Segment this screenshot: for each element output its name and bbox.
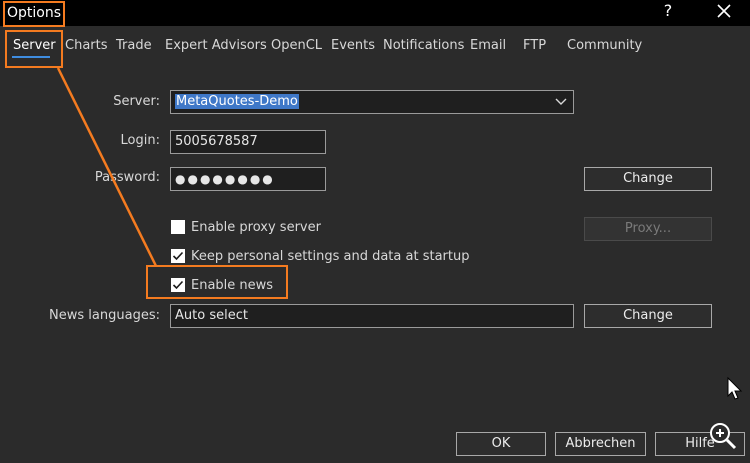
news-languages-field[interactable]: Auto select — [170, 304, 574, 328]
password-field[interactable]: ●●●●●●●● — [170, 167, 326, 191]
tab-trade[interactable]: Trade — [116, 36, 152, 58]
tab-ftp[interactable]: FTP — [523, 36, 546, 58]
checkmark-icon — [172, 251, 184, 261]
mouse-cursor-icon — [727, 376, 743, 400]
server-select[interactable]: MetaQuotes-Demo — [170, 90, 574, 114]
enable-proxy-option[interactable]: Enable proxy server — [171, 218, 371, 238]
enable-news-highlight — [146, 265, 288, 299]
login-field[interactable]: 5005678587 — [170, 130, 326, 154]
tab-community[interactable]: Community — [567, 36, 642, 58]
news-languages-label: News languages: — [49, 308, 160, 323]
tab-opencl[interactable]: OpenCL — [271, 36, 322, 58]
enable-proxy-label: Enable proxy server — [191, 220, 321, 235]
cancel-button[interactable]: Abbrechen — [555, 432, 646, 456]
enable-proxy-checkbox[interactable] — [171, 220, 185, 234]
title-bar: Options ? — [0, 0, 750, 27]
proxy-button[interactable]: Proxy... — [584, 217, 712, 241]
change-password-button[interactable]: Change — [584, 167, 712, 191]
tab-charts[interactable]: Charts — [65, 36, 108, 58]
help-button[interactable]: Hilfe — [655, 432, 745, 456]
chevron-down-icon[interactable] — [555, 97, 567, 107]
server-tab-highlight — [5, 30, 63, 68]
tab-bar: Server Charts Trade Expert Advisors Open… — [0, 32, 750, 62]
window-title: Options — [3, 1, 66, 27]
change-languages-button[interactable]: Change — [584, 304, 712, 328]
server-value: MetaQuotes-Demo — [175, 94, 299, 109]
password-label: Password: — [94, 170, 160, 185]
help-icon[interactable]: ? — [660, 0, 676, 24]
tab-expert-advisors[interactable]: Expert Advisors — [165, 36, 267, 58]
tab-notifications[interactable]: Notifications — [383, 36, 464, 58]
keep-settings-checkbox[interactable] — [171, 249, 185, 263]
login-label: Login: — [120, 133, 160, 148]
keep-settings-option[interactable]: Keep personal settings and data at start… — [171, 247, 471, 267]
tab-events[interactable]: Events — [331, 36, 375, 58]
server-label: Server: — [113, 94, 160, 109]
ok-button[interactable]: OK — [456, 432, 546, 456]
tab-email[interactable]: Email — [470, 36, 506, 58]
keep-settings-label: Keep personal settings and data at start… — [191, 249, 470, 264]
close-icon[interactable] — [710, 0, 738, 24]
